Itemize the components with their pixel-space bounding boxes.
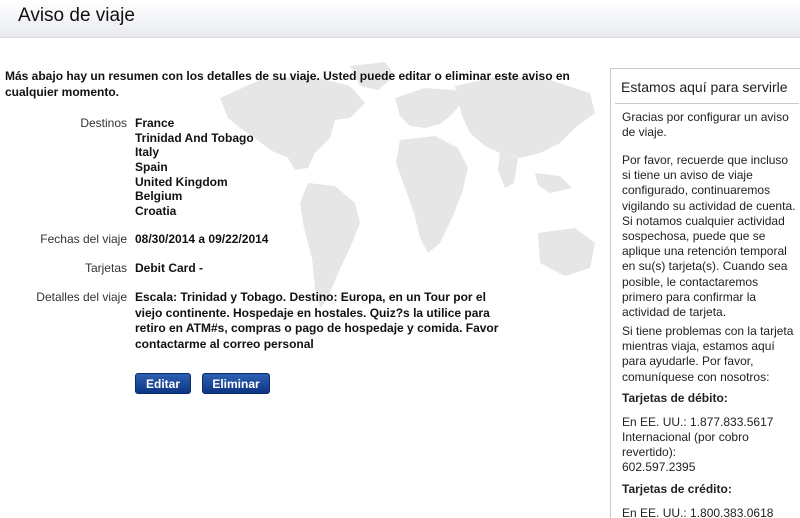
dates-value: 08/30/2014 a 09/22/2014 — [135, 232, 269, 246]
destination-item: Trinidad And Tobago — [135, 130, 254, 145]
destinations-list: France Trinidad And Tobago Italy Spain U… — [135, 116, 254, 219]
sidebar-notice: Por favor, recuerde que incluso si tiene… — [622, 153, 796, 320]
destination-item: France — [135, 116, 175, 130]
details-label: Detalles del viaje — [36, 290, 127, 304]
main-content: Más abajo hay un resumen con los detalle… — [0, 38, 600, 518]
page-title: Aviso de viaje — [18, 5, 135, 26]
destination-item: Belgium — [135, 189, 183, 204]
destination-item: United Kingdom — [135, 174, 228, 189]
credit-heading: Tarjetas de crédito: — [622, 482, 732, 496]
delete-button[interactable]: Eliminar — [202, 373, 270, 394]
intro-text: Más abajo hay un resumen con los detalle… — [5, 69, 570, 99]
destinations-label: Destinos — [80, 116, 127, 130]
debit-us-phone: En EE. UU.: 1.877.833.5617 — [622, 415, 774, 429]
cards-label: Tarjetas — [84, 261, 127, 275]
destination-item: Italy — [135, 145, 160, 160]
sidebar-divider — [615, 103, 799, 104]
edit-button[interactable]: Editar — [135, 373, 191, 394]
destination-item: Spain — [135, 160, 168, 175]
sidebar-help: Si tiene problemas con la tarjeta mientr… — [622, 324, 794, 384]
credit-us-phone: En EE. UU.: 1.800.383.0618 — [622, 506, 774, 518]
sidebar-thanks: Gracias por configurar un aviso de viaje… — [622, 110, 789, 140]
debit-intl-phone: 602.597.2395 — [622, 460, 696, 474]
debit-heading: Tarjetas de débito: — [622, 391, 728, 405]
destination-item: Croatia — [135, 204, 177, 219]
details-value: Escala: Trinidad y Tobago. Destino: Euro… — [135, 290, 499, 351]
sidebar-title: Estamos aquí para servirle — [621, 79, 788, 95]
dates-label: Fechas del viaje — [40, 232, 127, 246]
help-sidebar: Estamos aquí para servirle Gracias por c… — [610, 68, 800, 518]
page-header: Aviso de viaje — [0, 0, 800, 38]
debit-intl-label: Internacional (por cobro revertido): — [622, 430, 749, 460]
cards-value: Debit Card - — [135, 261, 204, 275]
